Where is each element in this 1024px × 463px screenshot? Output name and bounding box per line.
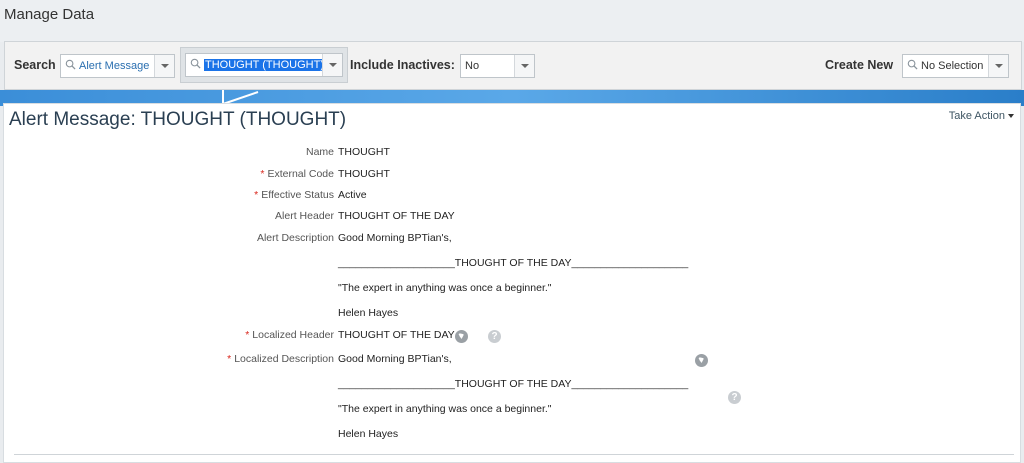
description-line: Helen Hayes: [338, 307, 399, 319]
required-marker: *: [245, 329, 250, 341]
field-label-text: External Code: [267, 168, 334, 180]
description-line: Helen Hayes: [338, 428, 399, 440]
required-marker: *: [254, 189, 259, 201]
description-line: ____________________THOUGHT OF THE DAY__…: [338, 257, 689, 269]
create-new-label: Create New: [825, 58, 894, 72]
description-line: Good Morning BPTian's,: [338, 353, 452, 365]
page-title: Manage Data: [4, 6, 95, 23]
field-value: Active: [338, 189, 367, 201]
chevron-down-icon[interactable]: [322, 54, 342, 76]
field-label: * Localized Description: [227, 353, 334, 365]
field-value: THOUGHT: [338, 168, 390, 180]
description-line: Good Morning BPTian's,: [338, 232, 452, 244]
magnifier-icon: [65, 59, 76, 70]
object-type-value: Alert Message: [79, 60, 150, 72]
field-label: * Effective Status: [254, 189, 334, 201]
description-line: "The expert in anything was once a begin…: [338, 282, 552, 294]
field-label-text: Localized Description: [234, 353, 334, 365]
field-label: Name: [305, 146, 334, 158]
required-marker: *: [227, 353, 232, 365]
caret-down-icon: [1008, 114, 1014, 119]
field-label: Alert Header: [275, 210, 334, 222]
chevron-down-icon[interactable]: [988, 55, 1008, 77]
take-action-menu[interactable]: Take Action: [949, 110, 1014, 122]
field-label-text: Effective Status: [261, 189, 334, 201]
description-line: "The expert in anything was once a begin…: [338, 403, 552, 415]
magnifier-icon: [907, 59, 918, 70]
record-search-value: THOUGHT (THOUGHT): [204, 59, 325, 71]
field-value: THOUGHT: [338, 146, 390, 158]
field-label-text: Localized Header: [252, 329, 334, 341]
search-toolbar: Search Alert Message THOUGHT (THOUGHT) I…: [4, 41, 1022, 90]
record-search-wrapper: THOUGHT (THOUGHT): [180, 47, 348, 83]
divider: [14, 454, 1014, 455]
field-value: THOUGHT OF THE DAY: [338, 329, 455, 341]
required-marker: *: [260, 168, 265, 180]
include-inactives-select[interactable]: No: [460, 54, 535, 78]
include-inactives-label: Include Inactives:: [350, 58, 455, 72]
take-action-label: Take Action: [948, 110, 1005, 122]
create-new-value: No Selection: [921, 60, 984, 72]
chevron-down-icon[interactable]: [154, 55, 174, 77]
globe-icon[interactable]: [455, 330, 468, 343]
field-value: THOUGHT OF THE DAY: [338, 210, 455, 222]
record-detail-panel: Alert Message: THOUGHT (THOUGHT) Take Ac…: [3, 103, 1021, 463]
field-label: * External Code: [260, 168, 334, 180]
record-search-input[interactable]: THOUGHT (THOUGHT): [185, 53, 343, 77]
record-title: Alert Message: THOUGHT (THOUGHT): [9, 109, 347, 130]
help-icon[interactable]: ?: [488, 330, 501, 343]
search-label: Search: [14, 58, 56, 72]
field-label: * Localized Header: [245, 329, 334, 341]
include-inactives-value: No: [465, 60, 480, 72]
globe-icon[interactable]: [695, 354, 708, 367]
description-line: ____________________THOUGHT OF THE DAY__…: [338, 378, 689, 390]
create-new-select[interactable]: No Selection: [902, 54, 1009, 78]
field-label: Alert Description: [256, 232, 334, 244]
magnifier-icon: [190, 58, 201, 69]
top-header: Manage Data: [0, 0, 1024, 42]
help-icon[interactable]: ?: [728, 391, 741, 404]
chevron-down-icon[interactable]: [514, 55, 534, 77]
object-type-select[interactable]: Alert Message: [60, 54, 175, 78]
